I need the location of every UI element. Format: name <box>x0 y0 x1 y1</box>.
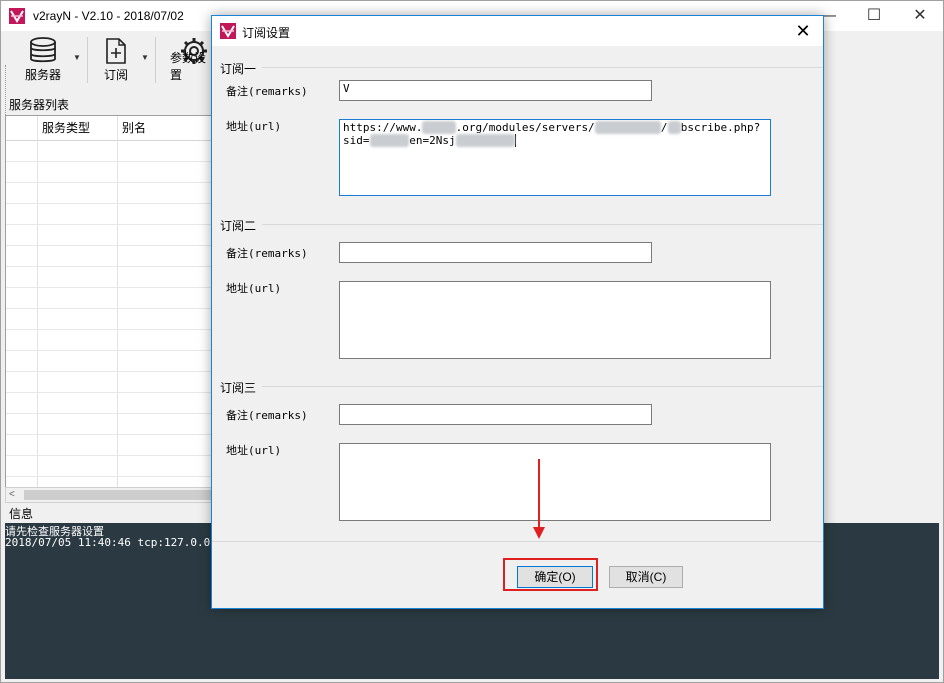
remarks-label-1: 备注(remarks) <box>226 85 308 98</box>
table-row-line <box>6 182 228 183</box>
url-text: .org/modules/servers/ <box>455 121 595 134</box>
server-list-title: 服务器列表 <box>9 98 70 112</box>
v2rayn-logo-icon <box>9 8 25 24</box>
url-text: sid= <box>343 134 370 147</box>
table-row-line <box>6 161 228 162</box>
column-header-alias[interactable]: 别名 <box>118 116 222 140</box>
toolbar-separator <box>155 37 156 83</box>
remarks-input-1[interactable]: V <box>339 80 652 101</box>
text-caret <box>515 134 517 147</box>
table-row-line <box>6 308 228 309</box>
group-divider <box>262 386 823 387</box>
table-row-line <box>6 266 228 267</box>
servers-dropdown-icon[interactable]: ▼ <box>73 53 81 62</box>
url-label-2: 地址(url) <box>226 282 282 295</box>
annotation-arrow-shaft <box>538 459 540 529</box>
remarks-input-3[interactable] <box>339 404 652 425</box>
server-list-table[interactable]: 服务类型 别名 <box>5 115 229 489</box>
url-text: https://www. <box>343 121 423 134</box>
database-icon <box>30 37 56 63</box>
table-row-line <box>6 329 228 330</box>
table-row-line <box>6 287 228 288</box>
redacted-text <box>369 134 410 147</box>
remarks-label-2: 备注(remarks) <box>226 247 308 260</box>
app-title: v2rayN - V2.10 - 2018/07/02 <box>33 9 184 23</box>
servers-button[interactable]: 服务器 <box>17 35 69 87</box>
table-row-line <box>6 455 228 456</box>
console-line: 2018/07/05 11:40:46 tcp:127.0.0.1:1 <box>5 536 237 549</box>
group-title-1: 订阅一 <box>220 60 259 77</box>
url-input-2[interactable] <box>339 281 771 359</box>
dialog-title-bar: 订阅设置 ✕ <box>212 16 823 46</box>
column-divider <box>117 116 118 488</box>
subscribe-dropdown-icon[interactable]: ▼ <box>141 53 149 62</box>
redacted-text <box>455 134 516 147</box>
group-title-3: 订阅三 <box>220 379 259 396</box>
url-input-1[interactable]: https://www. .org/modules/servers/ / bsc… <box>339 119 771 196</box>
url-label-1: 地址(url) <box>226 120 282 133</box>
url-text: / <box>660 121 668 134</box>
remarks-input-2[interactable] <box>339 242 652 263</box>
table-row-line <box>6 392 228 393</box>
column-header-type[interactable]: 服务类型 <box>38 116 118 140</box>
button-area-divider <box>212 541 823 542</box>
table-row-line <box>6 413 228 414</box>
column-header-index[interactable] <box>6 116 38 140</box>
group-divider <box>262 224 823 225</box>
add-document-icon <box>106 38 126 64</box>
info-title: 信息 <box>9 507 34 521</box>
close-button[interactable]: ✕ <box>897 1 943 31</box>
table-row-line <box>6 350 228 351</box>
remarks-label-3: 备注(remarks) <box>226 409 308 422</box>
subscribe-label: 订阅 <box>103 68 128 82</box>
table-row-line <box>6 371 228 372</box>
table-row-line <box>6 224 228 225</box>
servers-label: 服务器 <box>24 68 61 82</box>
url-text: bscribe.php? <box>680 121 761 134</box>
url-input-3[interactable] <box>339 443 771 521</box>
settings-button[interactable]: 参数设置 <box>165 35 213 87</box>
group-divider <box>262 67 823 68</box>
redacted-text <box>667 121 681 134</box>
table-row-line <box>6 245 228 246</box>
v2rayn-logo-icon <box>220 23 236 39</box>
scrollbar-thumb[interactable] <box>24 490 224 500</box>
group-title-2: 订阅二 <box>220 217 259 234</box>
annotation-arrow-head <box>533 527 545 539</box>
subscription-settings-dialog: 订阅设置 ✕ 订阅一 备注(remarks) V 地址(url) https:/… <box>211 15 824 609</box>
subscribe-button[interactable]: 订阅 <box>93 35 139 87</box>
table-row-line <box>6 434 228 435</box>
table-row-line <box>6 203 228 204</box>
url-label-3: 地址(url) <box>226 444 282 457</box>
annotation-highlight-box <box>503 558 598 591</box>
redacted-text <box>422 121 456 134</box>
scroll-left-icon[interactable]: < <box>9 488 15 502</box>
settings-label: 参数设置 <box>170 51 207 82</box>
redacted-text <box>594 121 661 134</box>
dialog-close-button[interactable]: ✕ <box>783 16 823 46</box>
maximize-button[interactable]: ☐ <box>851 1 897 31</box>
horizontal-scrollbar[interactable]: < <box>5 487 227 503</box>
dialog-title: 订阅设置 <box>242 26 291 40</box>
column-divider <box>37 116 38 488</box>
url-text: en=2Nsj <box>409 134 456 147</box>
table-row-line <box>6 476 228 477</box>
toolbar-separator <box>87 37 88 83</box>
cancel-button[interactable]: 取消(C) <box>609 566 683 588</box>
